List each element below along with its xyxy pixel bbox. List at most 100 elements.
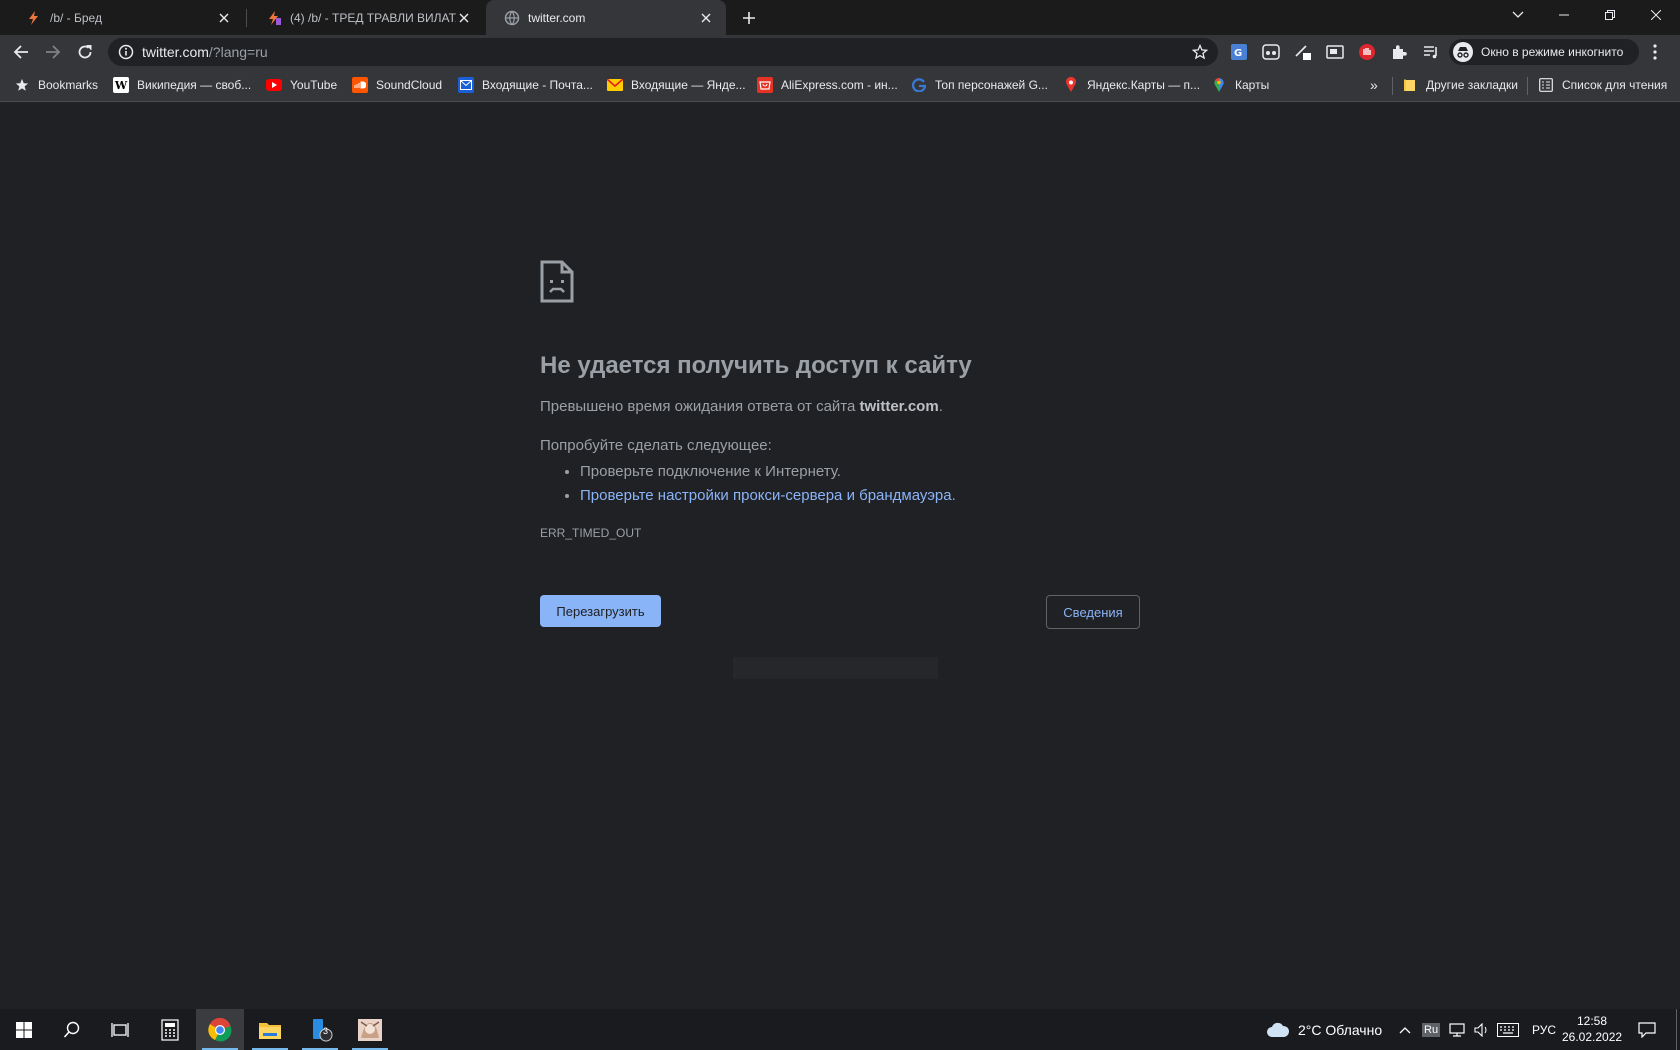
restore-button[interactable] (1587, 0, 1633, 30)
bookmark-soundcloud[interactable]: SoundCloud (352, 76, 442, 94)
tab-separator (246, 9, 247, 27)
bookmark-mail[interactable]: Входящие - Почта... (458, 76, 593, 94)
google-maps-icon (1211, 77, 1227, 93)
tab-bred[interactable]: /b/ - Бред (8, 0, 244, 35)
bookmark-youtube[interactable]: YouTube (266, 76, 337, 94)
close-window-button[interactable] (1633, 0, 1679, 30)
suggestion-suffix: . (951, 487, 956, 504)
reading-list-button[interactable]: Список для чтения (1538, 76, 1667, 94)
language-indicator[interactable]: РУС (1532, 1009, 1556, 1050)
suggestions-title: Попробуйте сделать следующее: (540, 437, 772, 454)
keyboard-icon[interactable] (1497, 1009, 1519, 1050)
tray-overflow-chevron[interactable] (1399, 1009, 1411, 1050)
bookmark-google-maps[interactable]: Карты (1211, 76, 1269, 94)
chrome-taskbar-icon[interactable] (196, 1009, 244, 1050)
task-view-icon[interactable] (96, 1009, 144, 1050)
reload-icon[interactable] (73, 40, 97, 64)
clock-time: 12:58 (1576, 1014, 1608, 1028)
tab-title: /b/ - Бред (50, 10, 102, 25)
notification-icon[interactable] (1638, 1009, 1656, 1050)
weather-widget[interactable]: 2°C Облачно (1266, 1009, 1382, 1050)
extensions-puzzle-icon[interactable] (1387, 40, 1411, 64)
bookmark-label: SoundCloud (376, 78, 443, 92)
bookmark-label: Входящие — Янде... (631, 78, 746, 92)
page-content: Не удается получить доступ к сайту Превы… (0, 102, 1680, 1009)
map-pin-icon (1063, 77, 1079, 93)
tab-tred[interactable]: (4) /b/ - ТРЕД ТРАВЛИ ВИЛАТА (248, 0, 484, 35)
svg-text:G: G (1234, 48, 1242, 59)
lightning-icon (26, 10, 42, 26)
phone-app-icon[interactable]: 3 (296, 1009, 344, 1050)
sad-page-icon (540, 260, 574, 303)
translate-icon[interactable]: G (1227, 40, 1251, 64)
address-bar[interactable]: twitter.com/?lang=ru (108, 38, 1218, 66)
tab-search-button[interactable] (1495, 0, 1541, 30)
back-button[interactable] (9, 40, 33, 64)
error-heading: Не удается получить доступ к сайту (540, 352, 972, 379)
input-indicator[interactable]: Ru (1422, 1009, 1441, 1050)
bookmark-top-characters[interactable]: Топ персонажей G... (911, 76, 1048, 94)
picture-in-picture-icon[interactable] (1323, 40, 1347, 64)
close-icon[interactable] (456, 10, 472, 26)
incognito-label: Окно в режиме инкогнито (1481, 45, 1624, 59)
glasses-icon[interactable] (1259, 40, 1283, 64)
close-icon[interactable] (698, 10, 714, 26)
url-path: /?lang=ru (208, 44, 268, 60)
bookmark-aliexpress[interactable]: AliExpress.com - ин... (757, 76, 898, 94)
hand-stop-icon[interactable] (1355, 40, 1379, 64)
cloud-icon (1266, 1022, 1290, 1038)
suggestion-text: Проверьте подключение к Интернету. (580, 463, 841, 480)
volume-icon[interactable] (1474, 1009, 1490, 1050)
details-button[interactable]: Сведения (1046, 595, 1140, 629)
close-icon[interactable] (216, 10, 232, 26)
lightning-icon (266, 10, 282, 26)
tab-twitter[interactable]: twitter.com (486, 0, 726, 35)
bookmark-label: Википедия — своб... (137, 78, 252, 92)
input-indicator-text: Ru (1422, 1022, 1441, 1037)
taskbar-clock[interactable]: 12:58 26.02.2022 (1562, 1013, 1622, 1045)
start-button[interactable] (0, 1009, 48, 1050)
network-icon[interactable] (1448, 1009, 1466, 1050)
menu-kebab-icon[interactable] (1643, 40, 1667, 64)
calculator-icon[interactable] (146, 1009, 194, 1050)
tab-title: twitter.com (528, 10, 586, 25)
image-viewer-icon[interactable] (346, 1009, 394, 1050)
search-icon[interactable] (48, 1009, 96, 1050)
g-icon (911, 77, 927, 93)
suggestion-item: Проверьте настройки прокси-сервера и бра… (580, 484, 956, 508)
bookmark-label: Список для чтения (1562, 78, 1668, 92)
pen-extension-icon[interactable] (1291, 40, 1315, 64)
error-description: Превышено время ожидания ответа от сайта… (540, 398, 943, 415)
reload-button[interactable]: Перезагрузить (540, 595, 661, 627)
bookmark-label: Входящие - Почта... (482, 78, 593, 92)
bookmark-star-icon[interactable] (1192, 44, 1208, 60)
bookmark-yandex-mail[interactable]: Входящие — Янде... (607, 76, 746, 94)
file-explorer-icon[interactable] (246, 1009, 294, 1050)
forward-button[interactable] (41, 40, 65, 64)
soundcloud-icon (352, 77, 368, 93)
url-text[interactable]: twitter.com/?lang=ru (142, 44, 268, 60)
incognito-indicator[interactable]: Окно в режиме инкогнито (1449, 39, 1639, 65)
bookmarks-overflow-chevron[interactable]: » (1370, 76, 1378, 94)
bookmarks-bar: Bookmarks W Википедия — своб... YouTube … (0, 69, 1680, 102)
taskbar-badge: 3 (323, 1026, 329, 1036)
tab-title: (4) /b/ - ТРЕД ТРАВЛИ ВИЛАТА (290, 10, 456, 25)
media-controls-icon[interactable] (1419, 40, 1443, 64)
bookmark-other-folder[interactable]: Другие закладки (1402, 76, 1518, 94)
show-desktop-button[interactable] (1676, 1009, 1680, 1050)
windows-taskbar: 3 2°C Облачно Ru РУС 12:58 26.02.2022 (0, 1009, 1680, 1050)
minimize-button[interactable] (1541, 0, 1587, 30)
bookmark-label: AliExpress.com - ин... (781, 78, 898, 92)
browser-toolbar: twitter.com/?lang=ru G Окно в режиме инк… (0, 35, 1680, 69)
bookmark-label: Топ персонажей G... (935, 78, 1048, 92)
youtube-icon (266, 77, 282, 93)
globe-icon (504, 10, 520, 26)
bookmark-bookmarks[interactable]: Bookmarks (14, 76, 98, 94)
bookmark-wikipedia[interactable]: W Википедия — своб... (113, 76, 251, 94)
proxy-settings-link[interactable]: Проверьте настройки прокси-сервера и бра… (580, 487, 952, 504)
weather-text: 2°C Облачно (1298, 1021, 1383, 1038)
star-icon (14, 77, 30, 93)
bookmark-yandex-maps[interactable]: Яндекс.Карты — п... (1063, 76, 1200, 94)
new-tab-button[interactable] (738, 7, 760, 29)
info-icon[interactable] (118, 44, 134, 60)
